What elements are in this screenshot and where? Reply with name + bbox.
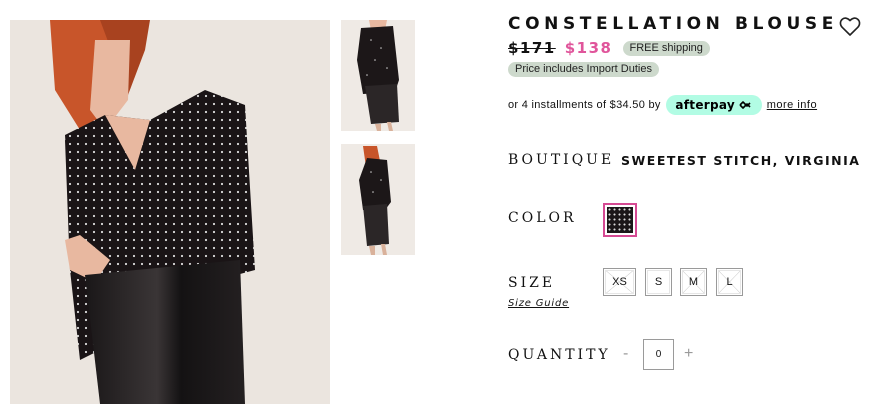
boutique-label: BOUTIQUE [508, 152, 615, 168]
size-label: SIZE [508, 275, 556, 291]
afterpay-loop-icon [739, 101, 751, 109]
heart-outline-icon [839, 17, 861, 36]
product-title: CONSTELLATION BLOUSE [508, 14, 838, 34]
more-info-link[interactable]: more info [767, 99, 817, 111]
quantity-input[interactable] [643, 339, 674, 370]
quantity-decrease-button[interactable]: - [623, 345, 628, 363]
free-shipping-badge: FREE shipping [622, 40, 710, 56]
thumbnail-illustration [341, 144, 415, 255]
installments-row: or 4 installments of $34.50 by afterpay … [508, 95, 817, 115]
import-duties-badge: Price includes Import Duties [508, 62, 659, 77]
polka-dot-swatch-icon [607, 207, 633, 233]
thumbnail-illustration [341, 20, 415, 131]
size-option-l[interactable]: L [716, 268, 743, 296]
quantity-label: QUANTITY [508, 347, 611, 363]
original-price: $171 [508, 39, 556, 57]
afterpay-logo: afterpay [665, 95, 762, 115]
thumbnail-image-2[interactable] [341, 144, 415, 255]
size-guide-link[interactable]: Size Guide [508, 298, 569, 309]
size-option-xs[interactable]: XS [603, 268, 636, 296]
wishlist-button[interactable] [838, 14, 862, 38]
sale-price: $138 [564, 39, 613, 57]
model-illustration [10, 20, 330, 404]
quantity-increase-button[interactable]: + [684, 345, 693, 363]
price-row: $171 $138 FREE shipping [508, 38, 710, 58]
installments-text: or 4 installments of $34.50 by [508, 99, 661, 111]
afterpay-wordmark: afterpay [675, 98, 736, 112]
main-product-image[interactable] [10, 20, 330, 404]
boutique-value[interactable]: SWEETEST STITCH, VIRGINIA [621, 153, 860, 168]
thumbnail-image-1[interactable] [341, 20, 415, 131]
size-option-s[interactable]: S [645, 268, 672, 296]
color-swatch-selected[interactable] [603, 203, 637, 237]
size-option-m[interactable]: M [680, 268, 707, 296]
color-label: COLOR [508, 210, 577, 226]
